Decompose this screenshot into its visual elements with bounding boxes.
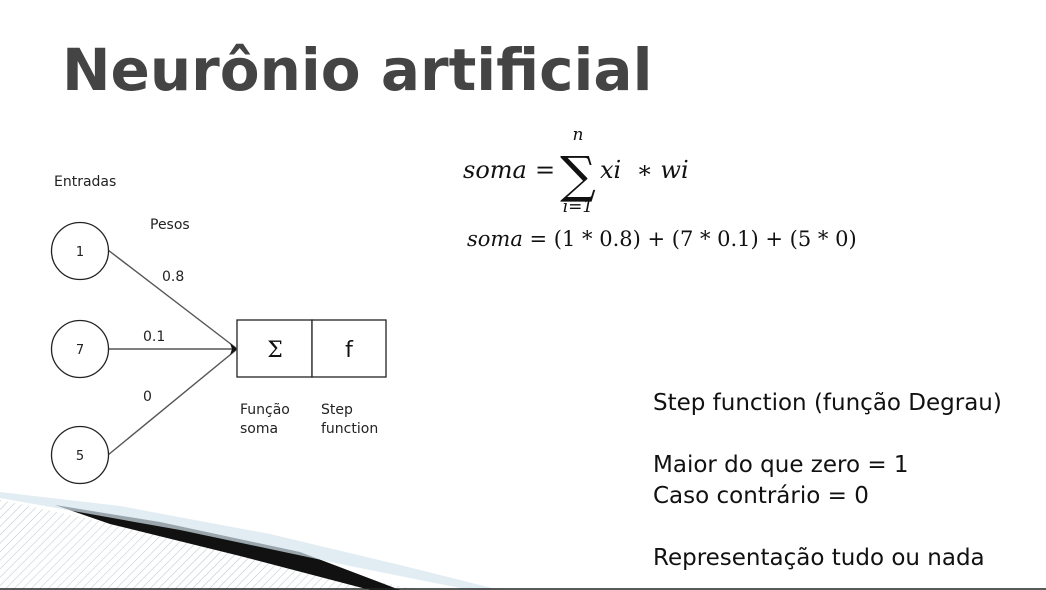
weights-label: Pesos [150, 217, 190, 233]
input-value-3: 5 [76, 449, 84, 464]
weight-label-1: 0.8 [162, 269, 184, 285]
sigma-symbol: ∑ [560, 146, 596, 204]
function-caption-line1: Step [321, 402, 353, 418]
formula-lhs: soma [463, 156, 527, 184]
notes-line-greater: Maior do que zero = 1 [653, 452, 909, 478]
notes-heading: Step function (função Degrau) [653, 390, 1002, 416]
weight-label-2: 0.1 [143, 329, 165, 345]
input-value-2: 7 [76, 343, 84, 358]
connection-line-3 [107, 349, 237, 456]
input-node-1: 1 [50, 221, 110, 281]
notes-line-otherwise: Caso contrário = 0 [653, 483, 869, 509]
notes-line-all-or-nothing: Representação tudo ou nada [653, 545, 985, 571]
function-caption-line2: function [321, 421, 378, 437]
input-value-1: 1 [76, 245, 84, 260]
formula-term: xi ∗ wi [600, 156, 689, 184]
formula-equals: = [535, 156, 555, 184]
sum-formula: soma = n ∑ i=1 xi ∗ wi [463, 125, 689, 217]
example-expression: = (1 * 0.8) + (7 * 0.1) + (5 * 0) [522, 227, 857, 251]
input-node-3: 5 [50, 425, 110, 485]
sum-lower-bound: i=1 [563, 197, 594, 217]
step-function-notes: Step function (função Degrau) Maior do q… [653, 388, 1002, 574]
example-variable: soma [467, 227, 523, 251]
input-node-2: 7 [50, 319, 110, 379]
sum-upper-bound: n [573, 125, 584, 145]
sum-caption-line1: Função [240, 402, 290, 418]
sum-symbol: Σ [267, 338, 283, 363]
example-formula: soma = (1 * 0.8) + (7 * 0.1) + (5 * 0) [467, 227, 857, 251]
function-symbol: f [345, 338, 354, 363]
sum-caption-line2: soma [240, 421, 278, 437]
connection-line-1 [107, 249, 237, 349]
inputs-label: Entradas [54, 174, 116, 190]
weight-label-3: 0 [143, 389, 152, 405]
